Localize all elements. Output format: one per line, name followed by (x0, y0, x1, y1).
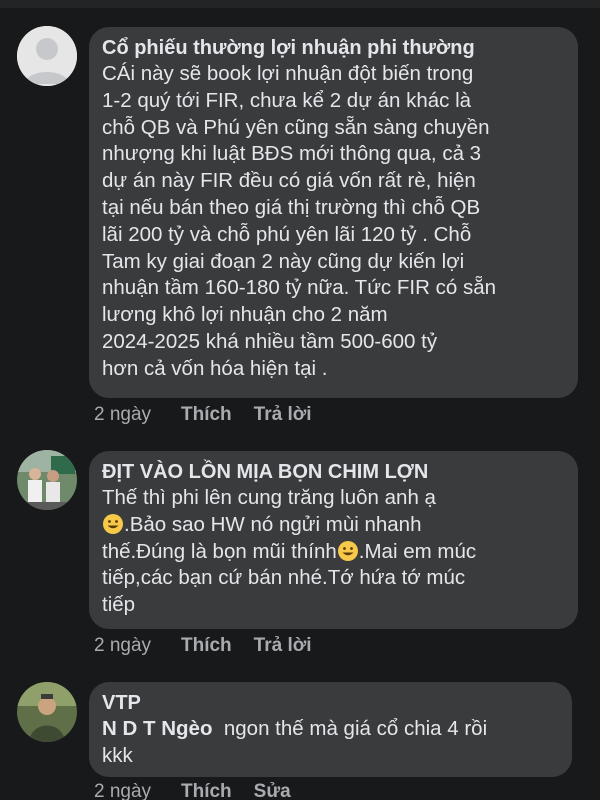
comment-author[interactable]: ĐỊT VÀO LỒN MỊA BỌN CHIM LỢN (102, 459, 564, 485)
smiley-emoji-icon (337, 540, 358, 561)
comment-text-segment: .Bảo sao HW nó ngửi mùi nhanh (124, 512, 422, 536)
user-avatar[interactable] (17, 450, 77, 510)
user-avatar[interactable] (17, 682, 77, 742)
comment-text: CÁi này sẽ book lợi nhuận đột biến trong… (102, 61, 564, 383)
mention-link[interactable]: N D T Ngèo (102, 717, 212, 740)
comment-timestamp[interactable]: 2 ngày (94, 404, 181, 426)
like-button[interactable]: Thích (181, 404, 232, 426)
comment-text-line: 1-2 quý tới FIR, chưa kể 2 dự án khác là (102, 88, 472, 112)
comment-text-line: CÁi này sẽ book lợi nhuận đột biến trong (102, 62, 474, 85)
comment-bubble: ĐỊT VÀO LỒN MỊA BỌN CHIM LỢN Thế thì phi… (89, 451, 578, 629)
comment-text-line: Thế thì phi lên cung trăng luôn anh ạ (102, 486, 436, 509)
comment-actions: 2 ngày Thích Trả lời (94, 635, 334, 657)
comment-timestamp[interactable]: 2 ngày (94, 781, 181, 800)
comment-text-line: Tam ky giai đoạn 2 này cũng dự kiến lợi (102, 249, 465, 273)
like-button[interactable]: Thích (181, 635, 232, 657)
smiley-emoji-icon (103, 513, 123, 534)
default-avatar-icon[interactable] (17, 26, 77, 86)
comment-text-line: hơn cả vốn hóa hiện tại . (102, 356, 328, 380)
comment-text-segment: thế.Đúng là bọn mũi thính (102, 539, 337, 563)
comment-text-line: tiếp (102, 593, 136, 617)
comment-text-line: 2024-2025 khá nhiều tầm 500-600 tỷ (102, 329, 438, 353)
top-divider (0, 0, 600, 8)
comment-author[interactable]: VTP (102, 690, 558, 716)
comment-author[interactable]: Cổ phiếu thường lợi nhuận phi thường (102, 35, 564, 61)
comments-page: Cổ phiếu thường lợi nhuận phi thường CÁi… (0, 0, 600, 800)
comment-actions: 2 ngày Thích Trả lời (94, 404, 334, 426)
comment-text-line: dự án này FIR đều có giá vốn rất rè, hiệ… (102, 169, 476, 193)
edit-button[interactable]: Sửa (254, 781, 291, 800)
comment-text-segment: .Mai em múc (358, 539, 477, 563)
comment-text: Thế thì phi lên cung trăng luôn anh ạ .B… (102, 485, 564, 619)
comment-text-line: tại nếu bán theo giá thị trường thì chỗ … (102, 195, 481, 219)
comment-bubble: Cổ phiếu thường lợi nhuận phi thường CÁi… (89, 27, 578, 398)
comment-text-line: lãi 200 tỷ và chỗ phú yên lãi 120 tỷ . C… (102, 222, 472, 246)
comment-text-line: tiếp,các bạn cứ bán nhé.Tớ hứa tớ múc (102, 566, 466, 590)
comment-bubble: VTP N D T Ngèo ngon thế mà giá cổ chia 4… (89, 682, 572, 777)
comment-text-segment: ngon thế mà giá cổ chia 4 rồi (223, 717, 488, 740)
comment-text: N D T Ngèo ngon thế mà giá cổ chia 4 rồi… (102, 716, 558, 770)
comment-text-line: kkk (102, 743, 133, 767)
comment-text-line: chỗ QB và Phú yên cũng sẵn sàng chuyền (102, 115, 490, 139)
comment-text-line: nhượng khi luật BĐS mới thông qua, cả 3 (102, 142, 482, 166)
comment-actions: 2 ngày Thích Sửa (94, 781, 313, 800)
like-button[interactable]: Thích (181, 781, 232, 800)
comment-text-line: N D T Ngèo ngon thế mà giá cổ chia 4 rồi (102, 716, 558, 743)
comment-text-line: .Bảo sao HW nó ngửi mùi nhanh (102, 512, 564, 539)
comment-text-line: thế.Đúng là bọn mũi thính .Mai em múc (102, 539, 564, 566)
comment-text-line: nhuận tầm 160-180 tỷ nữa. Tức FIR có sẵn (102, 276, 496, 300)
comment-timestamp[interactable]: 2 ngày (94, 635, 181, 657)
comment-text-line: lương khô lợi nhuận cho 2 năm (102, 303, 388, 327)
reply-button[interactable]: Trả lời (254, 404, 312, 426)
reply-button[interactable]: Trả lời (254, 635, 312, 657)
